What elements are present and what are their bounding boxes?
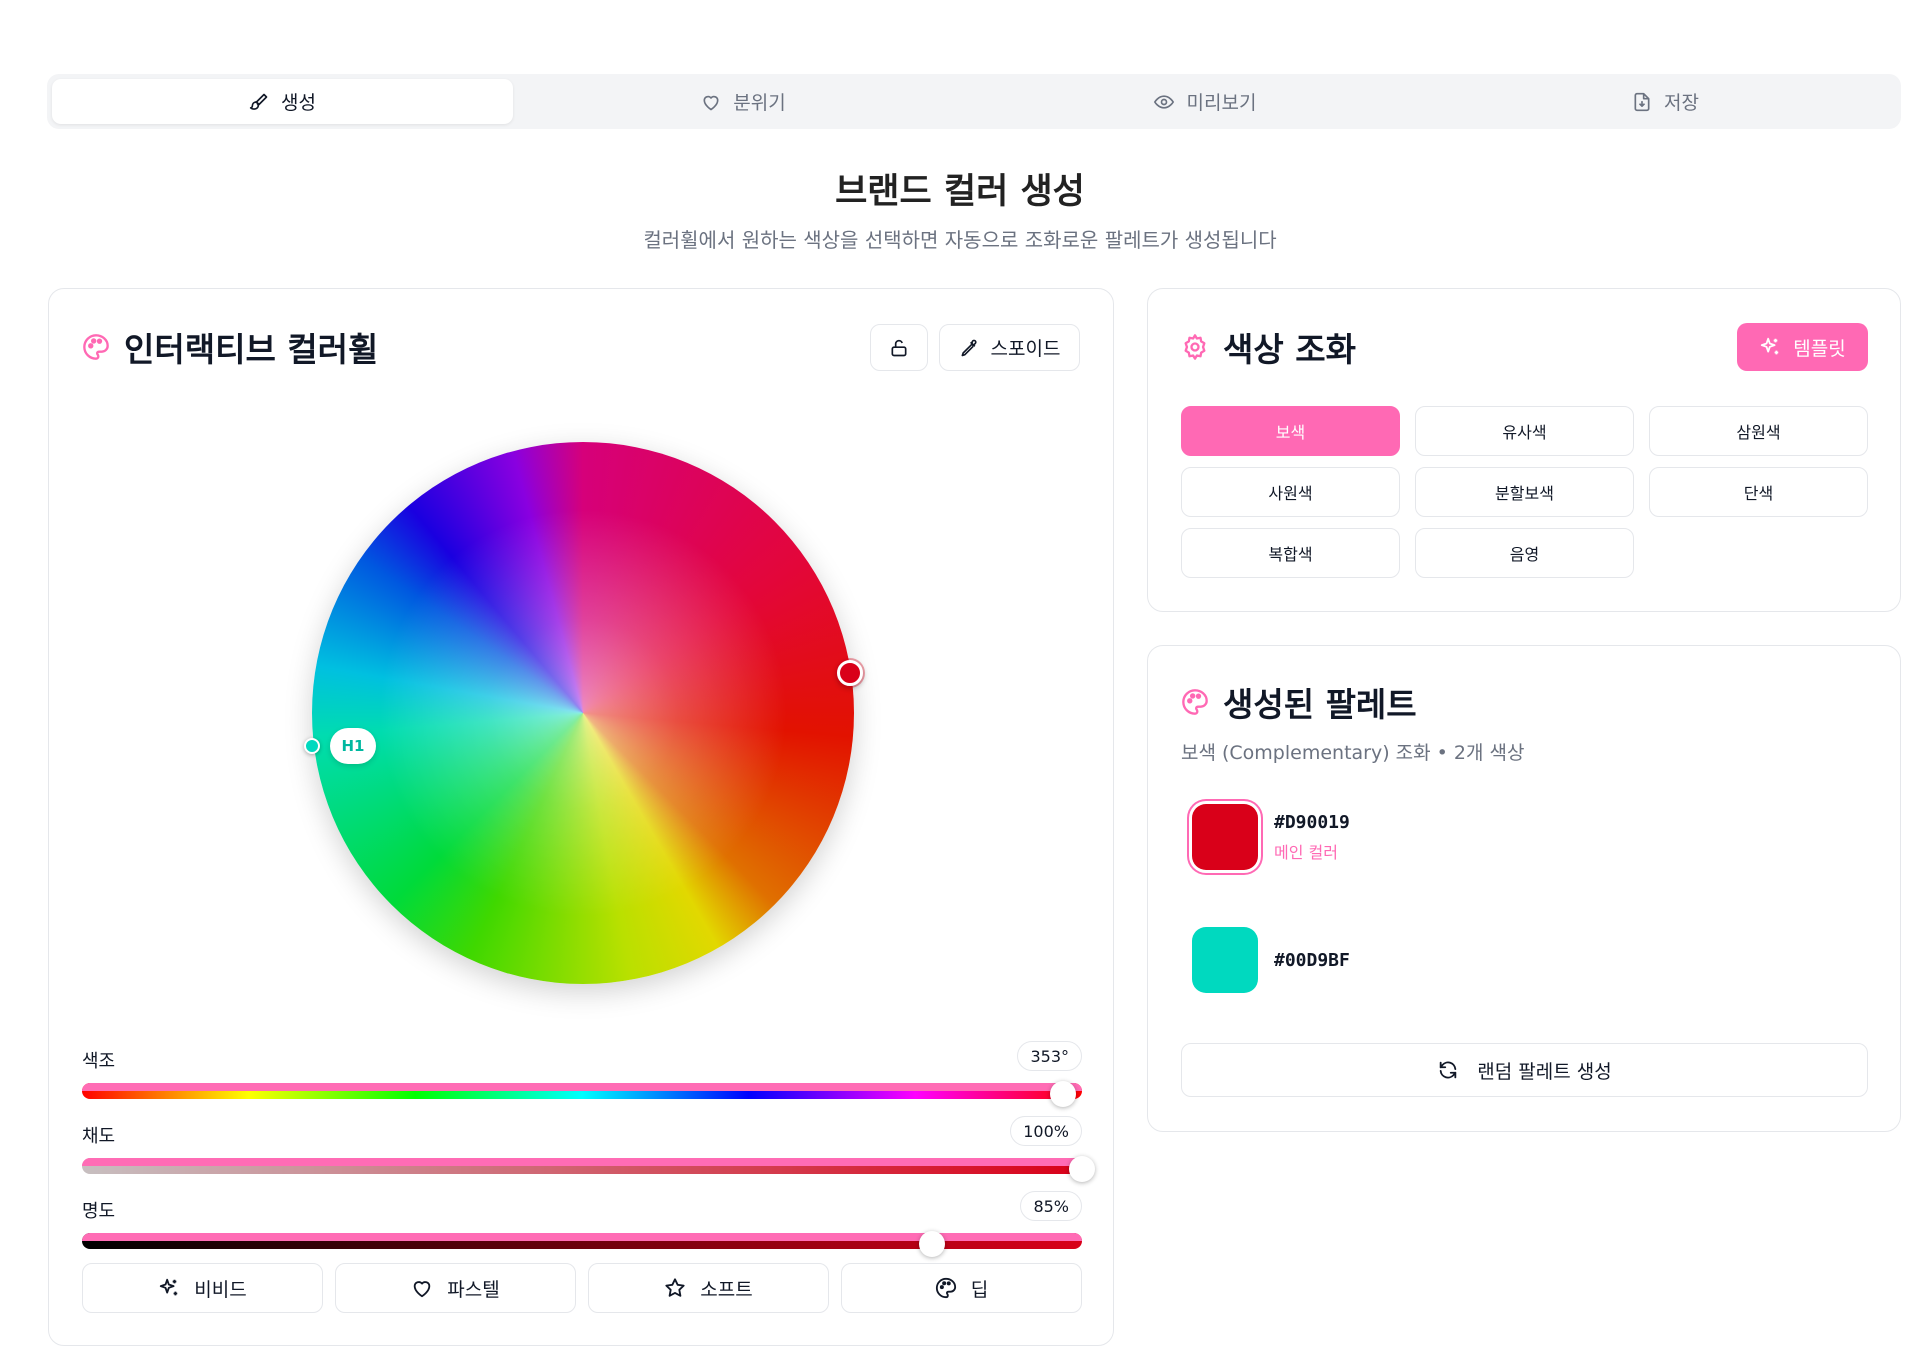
harmony-option-complementary[interactable]: 보색: [1181, 406, 1400, 456]
card-title: 생성된 팔레트: [1223, 685, 1417, 724]
lightness-slider-thumb[interactable]: [919, 1231, 945, 1257]
preset-pastel-button[interactable]: 파스텔: [335, 1263, 576, 1313]
template-label: 템플릿: [1793, 337, 1846, 360]
eye-icon: [1153, 92, 1175, 112]
card-header: 인터랙티브 컬러휠: [82, 323, 378, 371]
saturation-slider-fill: [82, 1158, 1082, 1166]
preset-buttons: 비비드 파스텔 소프트 딥: [82, 1263, 1082, 1313]
eyedropper-button[interactable]: 스포이드: [939, 324, 1080, 371]
sparkles-icon: [1759, 336, 1781, 358]
tab-label: 저장: [1664, 92, 1699, 114]
preset-vivid-button[interactable]: 비비드: [82, 1263, 323, 1313]
unlock-icon: [889, 338, 909, 358]
color-hex: #D90019: [1274, 811, 1350, 833]
harmony-option-tetradic[interactable]: 사원색: [1181, 467, 1400, 517]
eyedropper-label: 스포이드: [990, 338, 1061, 360]
palette-summary: 보색 (Complementary) 조화 • 2개 색상: [1181, 742, 1525, 764]
preset-label: 파스텔: [447, 1278, 500, 1301]
preset-label: 비비드: [194, 1278, 247, 1301]
palette-icon: [935, 1277, 957, 1299]
hue-label: 색조: [82, 1051, 116, 1072]
tab-generate[interactable]: 생성: [52, 79, 513, 124]
color-role: 메인 컬러: [1274, 842, 1338, 862]
color-swatch[interactable]: [1192, 927, 1258, 993]
preset-label: 딥: [970, 1278, 989, 1301]
saturation-slider[interactable]: [82, 1158, 1082, 1174]
template-button[interactable]: 템플릿: [1737, 323, 1868, 371]
tab-mood[interactable]: 분위기: [513, 79, 974, 124]
harmony-option-monochromatic[interactable]: 단색: [1649, 467, 1868, 517]
tab-label: 미리보기: [1186, 92, 1257, 114]
lightness-label: 명도: [82, 1201, 116, 1222]
tab-preview[interactable]: 미리보기: [974, 79, 1435, 124]
saturation-label: 채도: [82, 1126, 116, 1147]
harmony-handle-label: H1: [330, 728, 376, 764]
heart-icon: [411, 1277, 433, 1299]
harmony-option-compound[interactable]: 복합색: [1181, 528, 1400, 578]
eyedropper-icon: [959, 338, 979, 358]
color-swatch[interactable]: [1192, 804, 1258, 870]
preset-deep-button[interactable]: 딥: [841, 1263, 1082, 1313]
palette-icon: [82, 333, 110, 361]
color-hex: #00D9BF: [1274, 949, 1350, 971]
card-title: 인터랙티브 컬러휠: [124, 330, 379, 369]
color-wheel-card: 인터랙티브 컬러휠 스포이드 H1 색조 353° 채도 100% 명도 85%: [48, 288, 1114, 1346]
color-info: #D90019 메인 컬러: [1274, 812, 1350, 863]
color-harmony-card: 색상 조화 템플릿 보색 유사색 삼원색 사원색 분할보색 단색 복합색 음영: [1147, 288, 1901, 612]
preset-label: 소프트: [700, 1278, 753, 1301]
card-header: 색상 조화: [1181, 323, 1356, 371]
tab-bar: 생성 분위기 미리보기 저장: [47, 74, 1901, 129]
preset-soft-button[interactable]: 소프트: [588, 1263, 829, 1313]
palette-color-item[interactable]: #00D9BF: [1192, 927, 1350, 993]
page-title: 브랜드 컬러 생성: [835, 172, 1085, 212]
lock-toggle-button[interactable]: [870, 324, 928, 371]
hue-slider-fill: [82, 1083, 1082, 1091]
tab-label: 분위기: [733, 92, 786, 114]
palette-color-item[interactable]: #D90019 메인 컬러: [1192, 804, 1350, 870]
harmony-option-triadic[interactable]: 삼원색: [1649, 406, 1868, 456]
harmony-option-split-complementary[interactable]: 분할보색: [1415, 467, 1634, 517]
saturation-value-badge: 100%: [1010, 1116, 1082, 1146]
hue-slider[interactable]: [82, 1083, 1082, 1099]
card-header: 생성된 팔레트: [1181, 678, 1417, 726]
tab-save[interactable]: 저장: [1435, 79, 1896, 124]
page-subtitle: 컬러휠에서 원하는 색상을 선택하면 자동으로 조화로운 팔레트가 생성됩니다: [643, 228, 1277, 252]
random-palette-button[interactable]: 랜덤 팔레트 생성: [1181, 1043, 1868, 1097]
harmony-options: 보색 유사색 삼원색 사원색 분할보색 단색 복합색 음영: [1181, 406, 1868, 578]
refresh-icon: [1437, 1059, 1459, 1081]
color-info: #00D9BF: [1274, 950, 1350, 971]
saturation-slider-thumb[interactable]: [1069, 1156, 1095, 1182]
generated-palette-card: 생성된 팔레트 보색 (Complementary) 조화 • 2개 색상 #D…: [1147, 645, 1901, 1132]
heart-icon: [701, 92, 721, 112]
tab-label: 생성: [281, 92, 316, 114]
hue-value-badge: 353°: [1017, 1041, 1082, 1071]
random-palette-label: 랜덤 팔레트 생성: [1477, 1060, 1612, 1083]
main-color-handle[interactable]: [837, 660, 863, 686]
palette-icon: [1181, 688, 1209, 716]
hue-slider-thumb[interactable]: [1049, 1081, 1076, 1107]
color-wheel[interactable]: [312, 442, 854, 984]
settings-icon: [1181, 333, 1209, 361]
file-download-icon: [1632, 92, 1652, 112]
harmony-color-handle[interactable]: [304, 738, 320, 754]
lightness-value-badge: 85%: [1020, 1191, 1082, 1221]
harmony-option-analogous[interactable]: 유사색: [1415, 406, 1634, 456]
brush-icon: [249, 92, 269, 112]
star-icon: [664, 1277, 686, 1299]
card-title: 색상 조화: [1223, 330, 1356, 369]
harmony-option-shades[interactable]: 음영: [1415, 528, 1634, 578]
sparkles-icon: [158, 1277, 180, 1299]
